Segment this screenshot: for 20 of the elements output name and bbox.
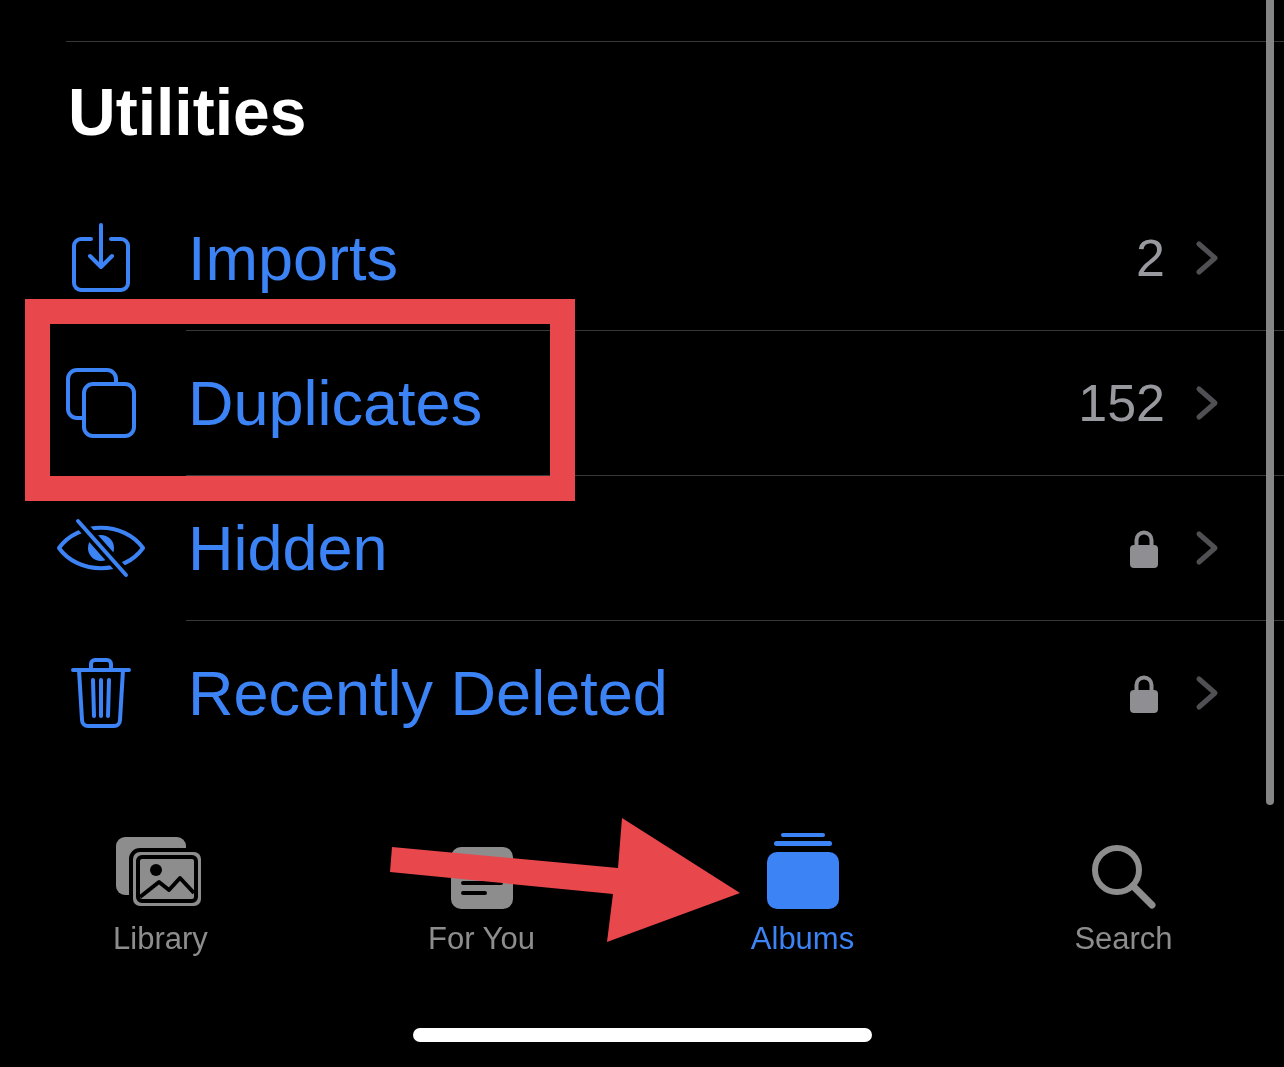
item-count: 152: [1078, 373, 1165, 433]
album-title[interactable]: Duplicates: [186, 367, 483, 439]
eye-slash-icon: [55, 516, 147, 580]
tab[interactable]: Search: [1074, 835, 1173, 959]
albums-stack-icon: [766, 833, 839, 909]
chevron-icon[interactable]: [1195, 530, 1219, 566]
chevron-icon[interactable]: [1195, 675, 1219, 711]
section-title: Utilities: [68, 79, 307, 145]
chevron-icon[interactable]: [1195, 385, 1219, 421]
album-title[interactable]: Recently Deleted: [186, 657, 668, 729]
item-count: 2: [1136, 228, 1165, 288]
search-icon: [1090, 843, 1157, 909]
tab[interactable]: Albums: [750, 835, 855, 959]
album-title[interactable]: Hidden: [186, 512, 388, 584]
tab[interactable]: Library: [113, 835, 208, 959]
tray-arrow-icon: [70, 222, 132, 294]
chevron-icon[interactable]: [1195, 240, 1219, 276]
trash-icon: [70, 657, 132, 729]
duplicate-squares-icon: [65, 367, 137, 439]
album-title[interactable]: Imports: [186, 222, 399, 294]
